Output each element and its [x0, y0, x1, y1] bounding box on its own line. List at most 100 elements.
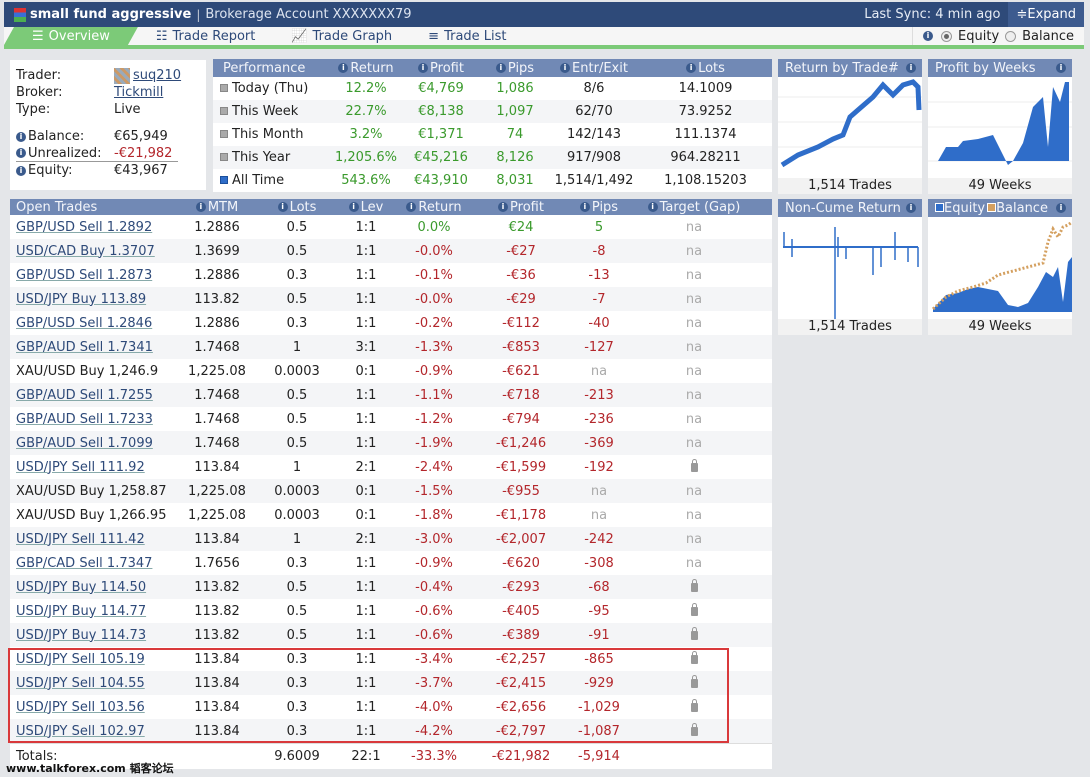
- trade-cell: 1: [252, 460, 342, 475]
- trade-cell: -242: [564, 532, 634, 547]
- info-icon[interactable]: i: [16, 131, 26, 142]
- trader-link[interactable]: suq210: [133, 68, 181, 83]
- trade-link[interactable]: USD/JPY Sell 111.42: [16, 532, 145, 547]
- trade-link[interactable]: GBP/CAD Sell 1.7347: [16, 556, 152, 571]
- cell-text: €4,769: [418, 81, 464, 96]
- cell-text: na: [685, 387, 703, 403]
- balance-radio[interactable]: [1005, 30, 1017, 42]
- trade-link[interactable]: GBP/AUD Sell 1.7341: [16, 340, 153, 355]
- trade-link[interactable]: USD/JPY Buy 114.77: [16, 604, 146, 619]
- info-icon[interactable]: i: [418, 63, 429, 73]
- cell-text: 142/143: [566, 127, 621, 142]
- cell-text: -0.0%: [415, 243, 453, 259]
- chart-toggle-icon[interactable]: [220, 153, 228, 161]
- trade-cell: GBP/USD Sell 1.2892: [10, 220, 182, 235]
- balance-label[interactable]: Balance: [1022, 29, 1074, 44]
- chart-toggle-icon[interactable]: [220, 84, 228, 92]
- cell-text: -0.0%: [415, 291, 453, 307]
- trade-cell: 1.7468: [182, 412, 252, 427]
- info-icon[interactable]: i: [1056, 203, 1066, 213]
- trade-link[interactable]: GBP/AUD Sell 1.7099: [16, 436, 153, 451]
- trade-link[interactable]: GBP/AUD Sell 1.7233: [16, 412, 153, 427]
- perf-cell: This Week: [213, 104, 331, 119]
- trade-cell: 1: [252, 532, 342, 547]
- cell-text: 1:1: [355, 219, 377, 235]
- info-icon[interactable]: i: [495, 63, 506, 73]
- trade-cell: -2.4%: [390, 460, 478, 475]
- tab-trade-report[interactable]: ☷ Trade Report: [138, 27, 273, 45]
- tab-trade-list[interactable]: ≡ Trade List: [410, 27, 524, 45]
- info-icon[interactable]: i: [906, 203, 916, 213]
- info-icon[interactable]: i: [686, 63, 697, 73]
- perf-cell: 14.1009: [639, 81, 772, 96]
- trade-link[interactable]: GBP/AUD Sell 1.7255: [16, 388, 153, 403]
- info-icon[interactable]: i: [560, 63, 571, 73]
- info-icon[interactable]: i: [1056, 63, 1066, 73]
- trade-link[interactable]: USD/JPY Buy 114.50: [16, 580, 146, 595]
- trade-link[interactable]: USD/JPY Sell 111.92: [16, 460, 145, 475]
- trade-cell: [634, 458, 754, 475]
- trade-cell: USD/JPY Sell 111.92: [10, 460, 182, 475]
- cell-text: €1,371: [418, 127, 464, 142]
- info-icon[interactable]: i: [338, 63, 349, 73]
- cell-text: -€293: [502, 579, 540, 595]
- perf-cell: 12.2%: [331, 81, 401, 96]
- trade-cell: GBP/AUD Sell 1.7255: [10, 388, 182, 403]
- trade-row: USD/JPY Sell 111.42 113.84 1 2:1 -3.0% -€2,00…: [10, 527, 772, 551]
- equity-label[interactable]: Equity: [958, 29, 999, 44]
- list-icon: ≡: [428, 28, 440, 44]
- trade-cell: 0.0003: [252, 508, 342, 523]
- header-text: Pips: [591, 199, 619, 215]
- tab-label: Trade Graph: [312, 28, 393, 44]
- trade-link[interactable]: GBP/USD Sell 1.2892: [16, 220, 152, 235]
- info-icon[interactable]: i: [579, 202, 590, 212]
- trade-link[interactable]: USD/JPY Buy 114.73: [16, 628, 146, 643]
- info-icon[interactable]: i: [647, 202, 658, 212]
- cell-text: -127: [584, 339, 614, 355]
- info-icon[interactable]: i: [16, 148, 26, 158]
- info-icon[interactable]: i: [406, 202, 417, 212]
- last-sync: Last Sync: 4 min ago: [864, 7, 1001, 22]
- info-icon[interactable]: i: [195, 202, 206, 212]
- cell-text: 1,097: [496, 104, 534, 119]
- tab-overview[interactable]: ☰ Overview: [4, 27, 138, 45]
- info-icon[interactable]: i: [277, 202, 288, 212]
- cell-text: 0.0%: [417, 219, 451, 235]
- trade-cell: na: [634, 412, 754, 427]
- chart-toggle-icon[interactable]: [220, 176, 228, 184]
- trade-cell: 0.0003: [252, 364, 342, 379]
- info-icon[interactable]: i: [923, 31, 934, 41]
- chart-toggle-icon[interactable]: [220, 130, 228, 138]
- info-icon[interactable]: i: [348, 202, 359, 212]
- cell-text: 1:1: [355, 291, 377, 307]
- trade-link[interactable]: GBP/USD Sell 1.2846: [16, 316, 152, 331]
- cell-text: -0.9%: [415, 555, 453, 571]
- cell-text: 964.28211: [670, 150, 741, 165]
- broker-link[interactable]: Tickmill: [114, 85, 163, 100]
- trade-link[interactable]: USD/JPY Buy 113.89: [16, 292, 146, 307]
- header-text: Return: [350, 60, 394, 76]
- trade-link[interactable]: USD/CAD Buy 1.3707: [16, 244, 155, 259]
- trade-cell: -€620: [478, 556, 564, 571]
- chart-toggle-icon[interactable]: [220, 107, 228, 115]
- trade-cell: -0.9%: [390, 364, 478, 379]
- header-text: Profit: [510, 199, 544, 215]
- trade-cell: 1.7468: [182, 436, 252, 451]
- cell-text: 1.7468: [194, 339, 240, 355]
- cell-text: -€621: [502, 363, 540, 379]
- perf-cell: 917/908: [549, 150, 639, 165]
- equity-radio[interactable]: [941, 30, 953, 42]
- info-icon[interactable]: i: [16, 165, 26, 176]
- expand-button[interactable]: ≑Expand: [1008, 2, 1084, 27]
- cell-text: 0.5: [286, 435, 308, 451]
- trade-cell: 0.5: [252, 412, 342, 427]
- cell-text: 1:1: [355, 627, 377, 643]
- trade-link[interactable]: GBP/USD Sell 1.2873: [16, 268, 152, 283]
- tab-trade-graph[interactable]: 📈 Trade Graph: [273, 27, 410, 45]
- cell-text: na: [685, 315, 703, 331]
- trade-row: GBP/USD Sell 1.2846 1.2886 0.3 1:1 -0.2% -€11…: [10, 311, 772, 335]
- info-icon[interactable]: i: [906, 63, 916, 73]
- cell-text: -€1,599: [495, 459, 547, 475]
- trade-cell: 1.2886: [182, 220, 252, 235]
- info-icon[interactable]: i: [498, 202, 509, 212]
